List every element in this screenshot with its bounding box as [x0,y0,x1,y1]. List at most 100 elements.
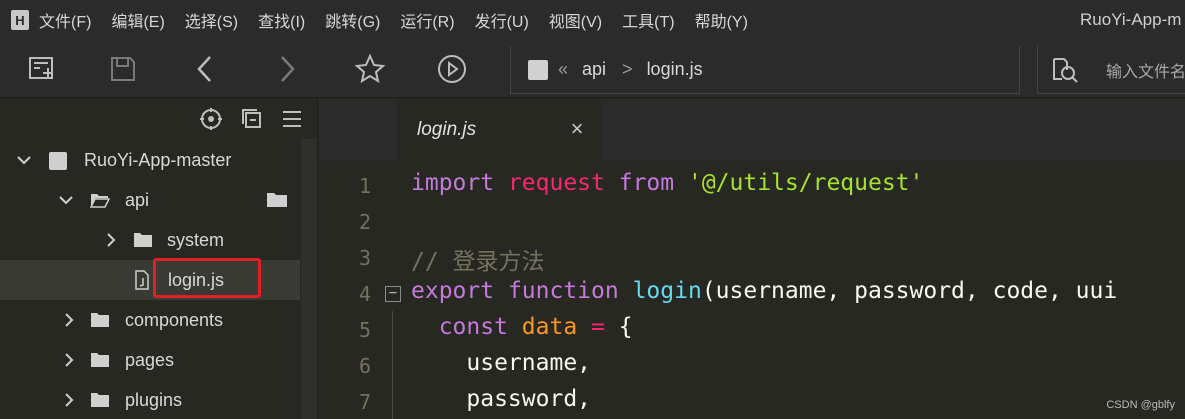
menu-publish[interactable]: 发行(U) [475,8,529,32]
line-number: 1 [358,174,371,198]
menu-edit[interactable]: 编辑(E) [111,8,164,32]
code-text: import request from '@/utils/request' [411,170,923,196]
breadcrumb-collapse-icon[interactable]: « [558,59,568,80]
menu-icon[interactable] [280,107,304,131]
tree-item-label: system [167,230,225,250]
code-token: function [507,278,633,304]
breadcrumb-item-file[interactable]: login.js [647,59,703,80]
menu-file[interactable]: 文件(F) [39,8,91,32]
tree-item-api[interactable]: api [0,180,300,220]
new-file-icon [29,57,53,79]
code-text: username, [411,350,591,376]
project-explorer: RuoYi-App-master api system login.js com… [0,99,318,419]
fold-toggle-icon[interactable]: − [385,286,401,302]
explorer-toolbar [0,99,317,139]
code-line[interactable]: 1 import request from '@/utils/request' [319,169,1185,205]
search-placeholder: 输入文件名 [1106,63,1185,81]
code-token: import [411,170,508,196]
chevron-right-icon [107,233,116,247]
line-number: 6 [358,354,371,378]
project-icon [528,59,548,80]
forward-button[interactable] [270,52,304,86]
tree-item-system[interactable]: system [0,220,300,260]
code-token: data [521,314,592,340]
code-editor: login.js × 1 import request from '@/utils… [319,99,1185,419]
code-line[interactable]: 2 [319,205,1185,241]
tab-label: login.js [417,119,477,140]
code-token: password, [411,386,592,412]
menu-select[interactable]: 选择(S) [185,8,238,32]
file-search-input[interactable]: 输入文件名 [1037,46,1185,94]
code-token: = [591,314,619,340]
folder-open-icon [90,194,110,208]
menu-tools[interactable]: 工具(T) [622,8,674,32]
folder-icon[interactable] [266,192,288,208]
explorer-scrollbar[interactable] [301,139,317,419]
code-text: export function login(username, password… [411,278,1117,304]
chevron-right-icon [281,56,295,82]
code-token: // 登录方法 [411,249,545,275]
code-token: login [632,278,702,304]
code-line[interactable]: 6 username, [319,349,1185,385]
tree-item-pages[interactable]: pages [0,340,300,380]
tree-item-label: pages [125,350,175,370]
chevron-left-icon [197,56,211,82]
chevron-right-icon [65,313,74,327]
star-icon [354,53,386,84]
save-icon [111,57,135,81]
tree-item-components[interactable]: components [0,300,300,340]
play-icon [438,55,466,83]
menu-run[interactable]: 运行(R) [400,8,454,32]
back-button[interactable] [188,52,222,86]
breadcrumb-item-api[interactable]: api [582,59,606,80]
line-number: 5 [358,318,371,342]
new-file-button[interactable] [24,52,58,86]
chevron-down-icon [17,156,31,165]
chevron-right-icon [65,353,74,367]
chevron-right-icon [65,393,74,407]
search-icon [1053,57,1078,83]
menu-bar: H 文件(F) 编辑(E) 选择(S) 查找(I) 跳转(G) 运行(R) 发行… [0,0,1185,40]
menu-help[interactable]: 帮助(Y) [695,8,748,32]
line-number: 3 [358,246,371,270]
code-line[interactable]: 7 password, [319,385,1185,419]
annotation-highlight-box [153,258,261,298]
chevron-down-icon [59,196,73,205]
folder-icon [134,233,152,247]
close-icon[interactable]: × [567,118,587,140]
line-number: 2 [358,210,371,234]
window-title: RuoYi-App-m [1080,10,1182,29]
tree-item-label: RuoYi-App-master [84,150,232,170]
tree-item-project[interactable]: RuoYi-App-master [0,140,300,180]
code-text: const data = { [411,314,633,340]
tree-item-label: api [125,190,150,210]
locate-icon[interactable] [199,107,223,131]
code-text: // 登录方法 [411,242,545,276]
line-number: 7 [358,390,371,414]
code-token: (username, password, code, uui [701,278,1118,304]
toolbar: « api > login.js 输入文件名 [0,40,1185,98]
folder-icon [91,393,109,407]
js-file-icon [135,270,149,290]
code-line[interactable]: 4− export function login(username, passwo… [319,277,1185,313]
folder-icon [91,353,109,367]
save-button[interactable] [106,52,140,86]
menu-goto[interactable]: 跳转(G) [325,8,380,32]
code-line[interactable]: 5 const data = { [319,313,1185,349]
menu-view[interactable]: 视图(V) [549,8,602,32]
tree-item-plugins[interactable]: plugins [0,380,300,419]
code-token: username, [411,350,592,376]
menu-find[interactable]: 查找(I) [258,8,305,32]
favorite-button[interactable] [353,52,387,86]
code-text: password, [411,386,591,412]
code-line[interactable]: 3 // 登录方法 [319,241,1185,277]
code-token: export [411,278,508,304]
tab-login-js[interactable]: login.js × [397,99,601,161]
run-button[interactable] [435,52,469,86]
line-number: 4 [358,282,371,306]
code-token: { [618,314,633,340]
hbuilder-logo-icon[interactable]: H [11,10,29,30]
collapse-all-icon[interactable] [240,107,264,131]
breadcrumb: « api > login.js [510,46,1020,94]
watermark: CSDN @gblfy [1106,399,1175,411]
